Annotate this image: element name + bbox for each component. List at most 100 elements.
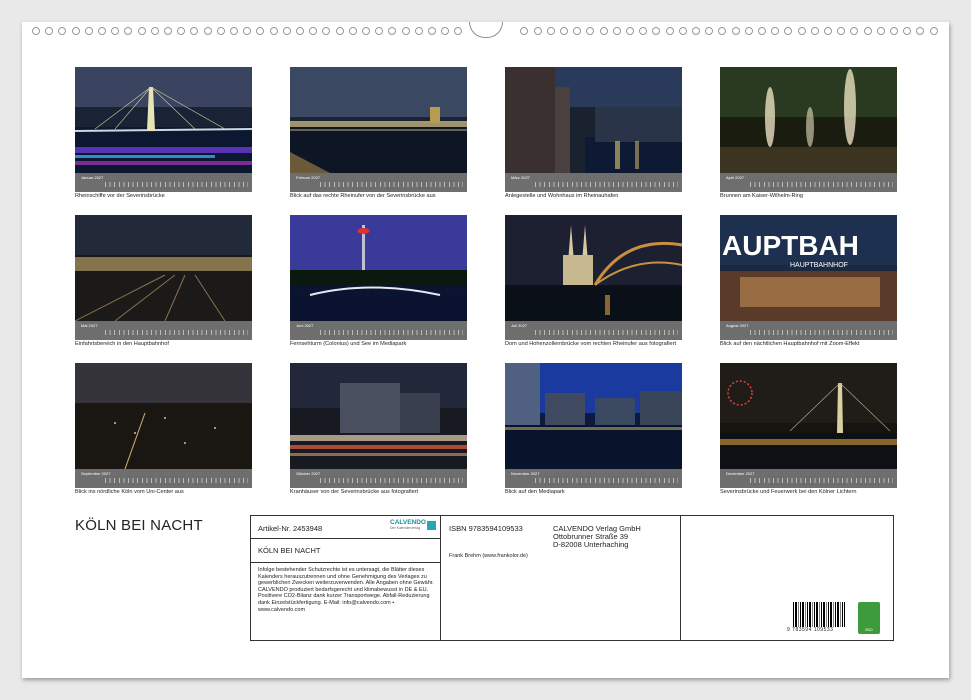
month-thumbnail[interactable]: September 2027 Blick ins nördliche Köln … xyxy=(75,363,252,496)
photo-cathedral-bridge xyxy=(505,215,682,321)
photo-crane-houses xyxy=(290,363,467,469)
photo-main-station: AUPTBAH HAUPTBAHNHOF xyxy=(720,215,897,321)
calendar-strip: April 2027 xyxy=(720,173,897,192)
binding-ring xyxy=(375,27,384,35)
binding-ring xyxy=(678,27,687,35)
binding-ring xyxy=(520,27,529,35)
binding-ring xyxy=(837,27,846,35)
binding-ring xyxy=(665,27,674,35)
month-thumbnail[interactable]: Mai 2027 Einfahrtsbereich in den Hauptba… xyxy=(75,215,252,348)
month-label: September 2027 xyxy=(81,471,111,476)
photo-caption: Anlegestelle und Wohnhaus im Rheinauhafe… xyxy=(505,193,619,199)
station-sign-small: HAUPTBAHNHOF xyxy=(790,262,848,269)
binding-ring xyxy=(929,27,938,35)
binding-ring xyxy=(309,27,318,35)
logo-text: CALVENDO xyxy=(390,519,426,526)
photo-caption: Blick ins nördliche Köln vom Uni-Center … xyxy=(75,489,184,495)
binding-ring xyxy=(216,27,225,35)
photo-station-tracks xyxy=(75,215,252,321)
photo-rhine-shore xyxy=(290,67,467,173)
binding-ring xyxy=(296,27,304,35)
binding-ring xyxy=(428,27,436,35)
binding-ring xyxy=(150,27,159,35)
month-thumbnail[interactable]: Oktober 2027 Kranhäuser von der Severins… xyxy=(290,363,467,496)
calendar-strip: Juli 2027 xyxy=(505,321,682,340)
photo-colonius xyxy=(290,215,467,321)
binding-ring xyxy=(758,27,766,35)
month-thumbnail[interactable]: Januar 2027 Rheinschiffe vor der Severin… xyxy=(75,67,252,200)
photo-caption: Severinsbrücke und Feuerwerk bei den Köl… xyxy=(720,489,857,495)
photo-caption: Einfahrtsbereich in den Hauptbahnhof xyxy=(75,341,169,347)
binding-ring xyxy=(84,27,93,35)
binding-ring xyxy=(190,27,199,35)
month-thumbnail[interactable]: April 2027 Brunnen am Kaiser-Wilhelm-Rin… xyxy=(720,67,897,200)
calendar-strip: August 2027 xyxy=(720,321,897,340)
binding-ring xyxy=(612,27,621,35)
calendar-sheet: Januar 2027 Rheinschiffe vor der Severin… xyxy=(22,22,949,678)
binding-ring xyxy=(626,27,634,35)
month-thumbnail[interactable]: Juni 2027 Fernsehturm (Colonius) und See… xyxy=(290,215,467,348)
binding-ring xyxy=(269,27,278,35)
binding-ring xyxy=(348,27,357,35)
barcode-number: 9 783594 109533 xyxy=(787,627,834,633)
binding-ring xyxy=(243,27,252,35)
binding-ring xyxy=(401,27,410,35)
calendar-title: KÖLN BEI NACHT xyxy=(75,517,203,534)
binding-ring xyxy=(652,27,661,35)
photo-north-cologne xyxy=(75,363,252,469)
month-label: August 2027 xyxy=(726,323,749,328)
binding-ring xyxy=(876,27,885,35)
calvendo-logo: CALVENDO Der Kalenderverlag xyxy=(390,519,426,530)
binding-ring xyxy=(322,27,331,35)
binding-ring xyxy=(784,27,793,35)
binding-ring xyxy=(98,27,106,35)
month-thumbnail[interactable]: Dezember 2027 Severinsbrücke und Feuerwe… xyxy=(720,363,897,496)
photo-caption: Fernsehturm (Colonius) und See im Mediap… xyxy=(290,341,407,347)
binding-ring xyxy=(137,27,146,35)
binding-ring xyxy=(744,27,753,35)
binding-ring xyxy=(203,27,212,35)
legal-text: Infolge bestehender Schutzrechte ist es … xyxy=(258,567,434,613)
binding-ring xyxy=(124,27,133,35)
month-label: Juni 2027 xyxy=(296,323,314,328)
publisher-city: D-82008 Unterhaching xyxy=(553,540,629,549)
eco-leaf-icon: eco xyxy=(858,602,880,634)
binding-ring xyxy=(573,27,582,35)
binding-ring xyxy=(256,27,265,35)
binding-ring xyxy=(164,27,172,35)
month-label: April 2027 xyxy=(726,175,745,180)
binding-ring xyxy=(692,27,700,35)
binding-ring xyxy=(454,27,463,35)
info-box: Artikel-Nr. 2453948 CALVENDO Der Kalender… xyxy=(250,515,894,641)
binding-ring xyxy=(58,27,67,35)
binding-ring xyxy=(771,27,780,35)
photo-rheinauhafen xyxy=(505,67,682,173)
binding-ring xyxy=(916,27,925,35)
calendar-strip: Mai 2027 xyxy=(75,321,252,340)
month-label: November 2027 xyxy=(511,471,540,476)
photo-caption: Blick auf das rechte Rheinufer von der S… xyxy=(290,193,436,199)
binding-ring xyxy=(533,27,542,35)
info-column-right: 9 783594 109533 eco xyxy=(681,516,895,640)
month-thumbnail[interactable]: November 2027 Blick auf den Mediapark xyxy=(505,363,682,496)
calendar-strip: Februar 2027 xyxy=(290,173,467,192)
binding-ring xyxy=(414,27,423,35)
month-thumbnail[interactable]: Februar 2027 Blick auf das rechte Rheinu… xyxy=(290,67,467,200)
month-label: Januar 2027 xyxy=(81,175,104,180)
calendar-strip: September 2027 xyxy=(75,469,252,488)
author: Frank Brehm (www.frankolor.de) xyxy=(449,553,528,559)
month-thumbnail[interactable]: Juli 2027 Dom und Hohenzollernbrücke vom… xyxy=(505,215,682,348)
photo-caption: Dom und Hohenzollernbrücke vom rechten R… xyxy=(505,341,677,347)
binding-ring xyxy=(388,27,397,35)
binding-ring xyxy=(705,27,714,35)
binding-ring xyxy=(824,27,832,35)
month-label: Mai 2027 xyxy=(81,323,98,328)
photo-caption: Blick auf den Mediapark xyxy=(505,489,565,495)
logo-subtext: Der Kalenderverlag xyxy=(390,526,421,530)
binding-ring xyxy=(718,27,727,35)
info-column-left: Artikel-Nr. 2453948 CALVENDO Der Kalender… xyxy=(251,516,441,640)
binding-ring xyxy=(45,27,54,35)
month-thumbnail[interactable]: AUPTBAH HAUPTBAHNHOF August 2027 Blick a… xyxy=(720,215,897,348)
month-thumbnail[interactable]: März 2027 Anlegestelle und Wohnhaus im R… xyxy=(505,67,682,200)
calendar-strip: Januar 2027 xyxy=(75,173,252,192)
